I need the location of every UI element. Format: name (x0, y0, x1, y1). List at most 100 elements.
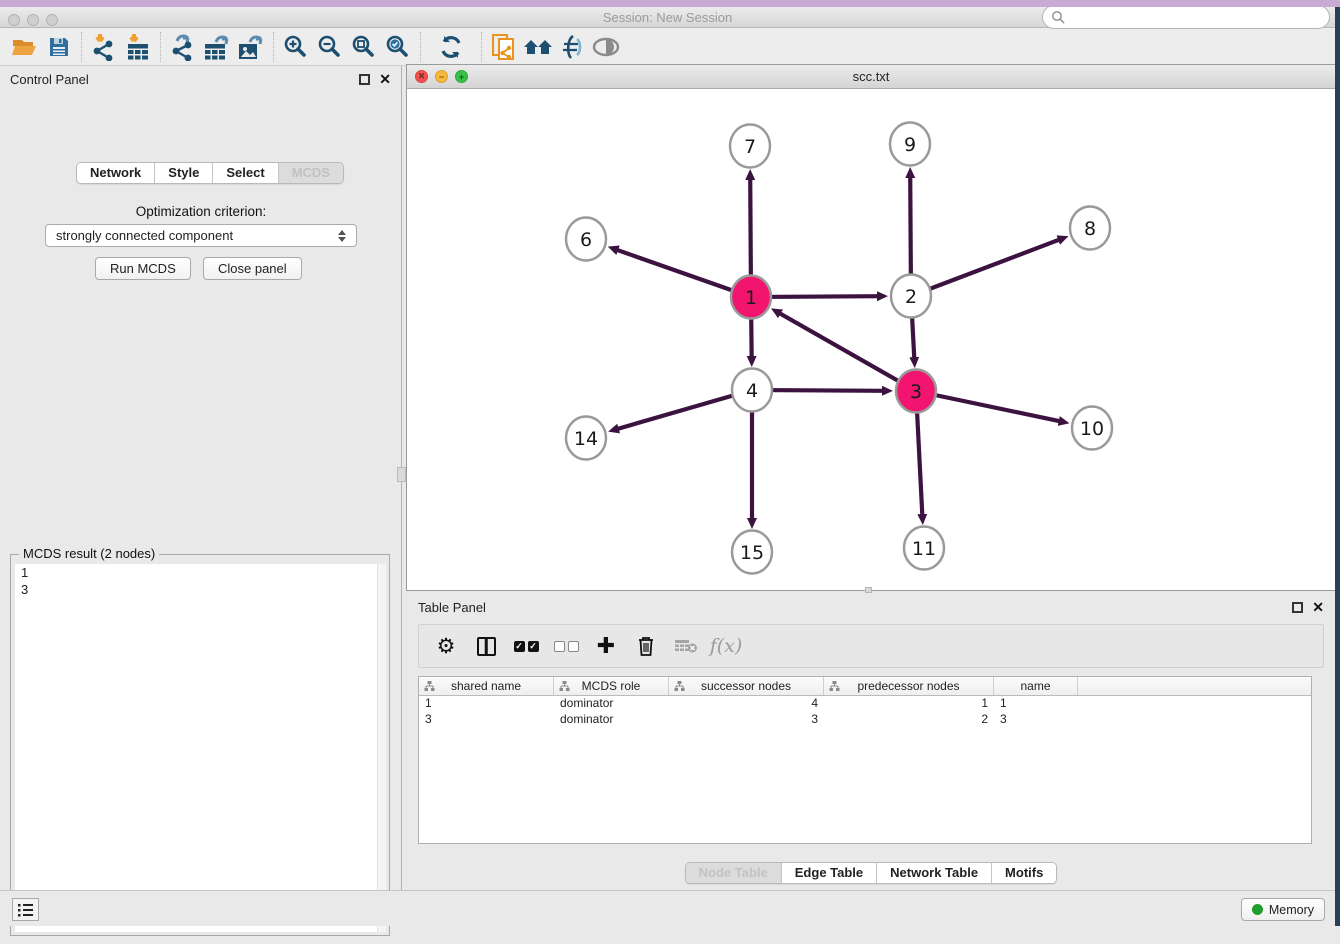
zoom-window-button[interactable] (46, 14, 58, 26)
cell-shared-name[interactable]: 3 (419, 712, 554, 728)
mcds-result-title: MCDS result (2 nodes) (19, 546, 159, 561)
table-settings-icon[interactable]: ⚙ (429, 628, 463, 664)
network-maximize-icon[interactable]: + (455, 70, 468, 83)
close-icon[interactable]: ✕ (1312, 602, 1324, 613)
node-label-6: 6 (580, 229, 592, 251)
zoom-fit-icon[interactable] (347, 31, 381, 63)
open-folder-icon[interactable] (8, 31, 42, 63)
close-icon[interactable]: ✕ (379, 74, 391, 85)
network-window-titlebar[interactable]: ✕ − + scc.txt (407, 65, 1335, 89)
tab-select[interactable]: Select (213, 163, 278, 183)
tab-network-table[interactable]: Network Table (877, 863, 992, 883)
panel-splitter-handle[interactable] (397, 467, 406, 482)
cell-successor-nodes[interactable]: 3 (669, 712, 824, 728)
column-header-successor-nodes[interactable]: successor nodes (669, 677, 824, 695)
export-image-icon[interactable] (234, 31, 268, 63)
resize-handle[interactable] (865, 587, 872, 593)
search-input[interactable] (1066, 10, 1329, 25)
control-panel-tabs: Network Style Select MCDS (76, 162, 344, 184)
cell-mcds-role[interactable]: dominator (554, 696, 669, 712)
tab-network[interactable]: Network (77, 163, 155, 183)
network-minimize-icon[interactable]: − (435, 70, 448, 83)
tab-mcds[interactable]: MCDS (279, 163, 343, 183)
search-box[interactable] (1042, 5, 1330, 29)
tab-node-table[interactable]: Node Table (686, 863, 782, 883)
show-hide-graphics-icon[interactable] (589, 31, 623, 63)
apply-layout-icon[interactable] (434, 31, 468, 63)
cell-predecessor-nodes[interactable]: 1 (824, 696, 994, 712)
cell-name[interactable]: 3 (994, 712, 1078, 728)
table-toolbar: ⚙ ✓✓ ✚ f(x) (418, 624, 1324, 668)
column-header-filler (1078, 677, 1311, 695)
save-icon[interactable] (42, 31, 76, 63)
network-graph[interactable]: 7968124314101511 (407, 89, 1335, 590)
close-panel-button[interactable]: Close panel (203, 257, 302, 280)
delete-table-icon[interactable] (669, 628, 703, 664)
node-label-15: 15 (740, 542, 764, 564)
table-header-row: shared name MCDS role successor nodes pr… (419, 677, 1311, 696)
tab-edge-table[interactable]: Edge Table (782, 863, 877, 883)
node-table: shared name MCDS role successor nodes pr… (418, 676, 1312, 844)
node-label-1: 1 (745, 287, 757, 309)
criterion-select[interactable]: strongly connected component (45, 224, 357, 247)
node-label-9: 9 (904, 134, 916, 156)
zoom-out-icon[interactable] (313, 31, 347, 63)
node-label-11: 11 (912, 538, 936, 560)
criterion-value: strongly connected component (56, 228, 233, 243)
tab-motifs[interactable]: Motifs (992, 863, 1056, 883)
network-view-window: ✕ − + scc.txt 7968124314101511 (406, 64, 1336, 591)
minimize-window-button[interactable] (27, 14, 39, 26)
select-all-columns-icon[interactable]: ✓✓ (509, 628, 543, 664)
control-panel: Control Panel ✕ Network Style Select MCD… (0, 66, 402, 890)
network-close-icon[interactable]: ✕ (415, 70, 428, 83)
table-row[interactable]: 3 dominator 3 2 3 (419, 712, 1311, 728)
edge-3-10[interactable] (916, 391, 1060, 421)
column-header-predecessor-nodes[interactable]: predecessor nodes (824, 677, 994, 695)
toolbar-separator (273, 32, 274, 62)
function-builder-icon[interactable]: f(x) (709, 628, 743, 664)
add-column-icon[interactable]: ✚ (589, 628, 623, 664)
cell-shared-name[interactable]: 1 (419, 696, 554, 712)
memory-button[interactable]: Memory (1241, 898, 1325, 921)
float-window-icon[interactable] (1292, 602, 1303, 613)
edge-3-1[interactable] (780, 313, 916, 391)
memory-label: Memory (1269, 903, 1314, 917)
zoom-in-icon[interactable] (279, 31, 313, 63)
node-label-8: 8 (1084, 218, 1096, 240)
edge-2-8[interactable] (911, 240, 1059, 296)
mcds-result-item[interactable]: 1 (15, 564, 386, 581)
apply-style-icon[interactable] (555, 31, 589, 63)
unselect-all-columns-icon[interactable] (549, 628, 583, 664)
column-header-shared-name[interactable]: shared name (419, 677, 554, 695)
toolbar-separator (481, 32, 482, 62)
export-table-icon[interactable] (200, 31, 234, 63)
network-canvas[interactable]: 7968124314101511 (407, 89, 1335, 590)
select-stepper-icon (338, 230, 346, 242)
float-window-icon[interactable] (359, 74, 370, 85)
mcds-result-list[interactable]: 1 3 (15, 564, 386, 932)
import-network-icon[interactable] (87, 31, 121, 63)
show-columns-icon[interactable] (469, 628, 503, 664)
column-header-name[interactable]: name (994, 677, 1078, 695)
import-table-icon[interactable] (121, 31, 155, 63)
node-label-4: 4 (746, 380, 758, 402)
cell-name[interactable]: 1 (994, 696, 1078, 712)
zoom-selected-icon[interactable] (381, 31, 415, 63)
cell-mcds-role[interactable]: dominator (554, 712, 669, 728)
cell-successor-nodes[interactable]: 4 (669, 696, 824, 712)
mcds-result-item[interactable]: 3 (15, 581, 386, 598)
column-header-mcds-role[interactable]: MCDS role (554, 677, 669, 695)
run-mcds-button[interactable]: Run MCDS (95, 257, 191, 280)
tab-style[interactable]: Style (155, 163, 213, 183)
cell-predecessor-nodes[interactable]: 2 (824, 712, 994, 728)
clone-network-icon[interactable] (487, 31, 521, 63)
delete-columns-icon[interactable] (629, 628, 663, 664)
show-all-networks-icon[interactable] (521, 31, 555, 63)
export-network-icon[interactable] (166, 31, 200, 63)
task-history-button[interactable] (12, 898, 39, 921)
scrollbar[interactable] (377, 564, 386, 932)
mcds-result-group: MCDS result (2 nodes) 1 3 (10, 554, 390, 936)
table-row[interactable]: 1 dominator 4 1 1 (419, 696, 1311, 712)
node-label-2: 2 (905, 286, 917, 308)
close-window-button[interactable] (8, 14, 20, 26)
